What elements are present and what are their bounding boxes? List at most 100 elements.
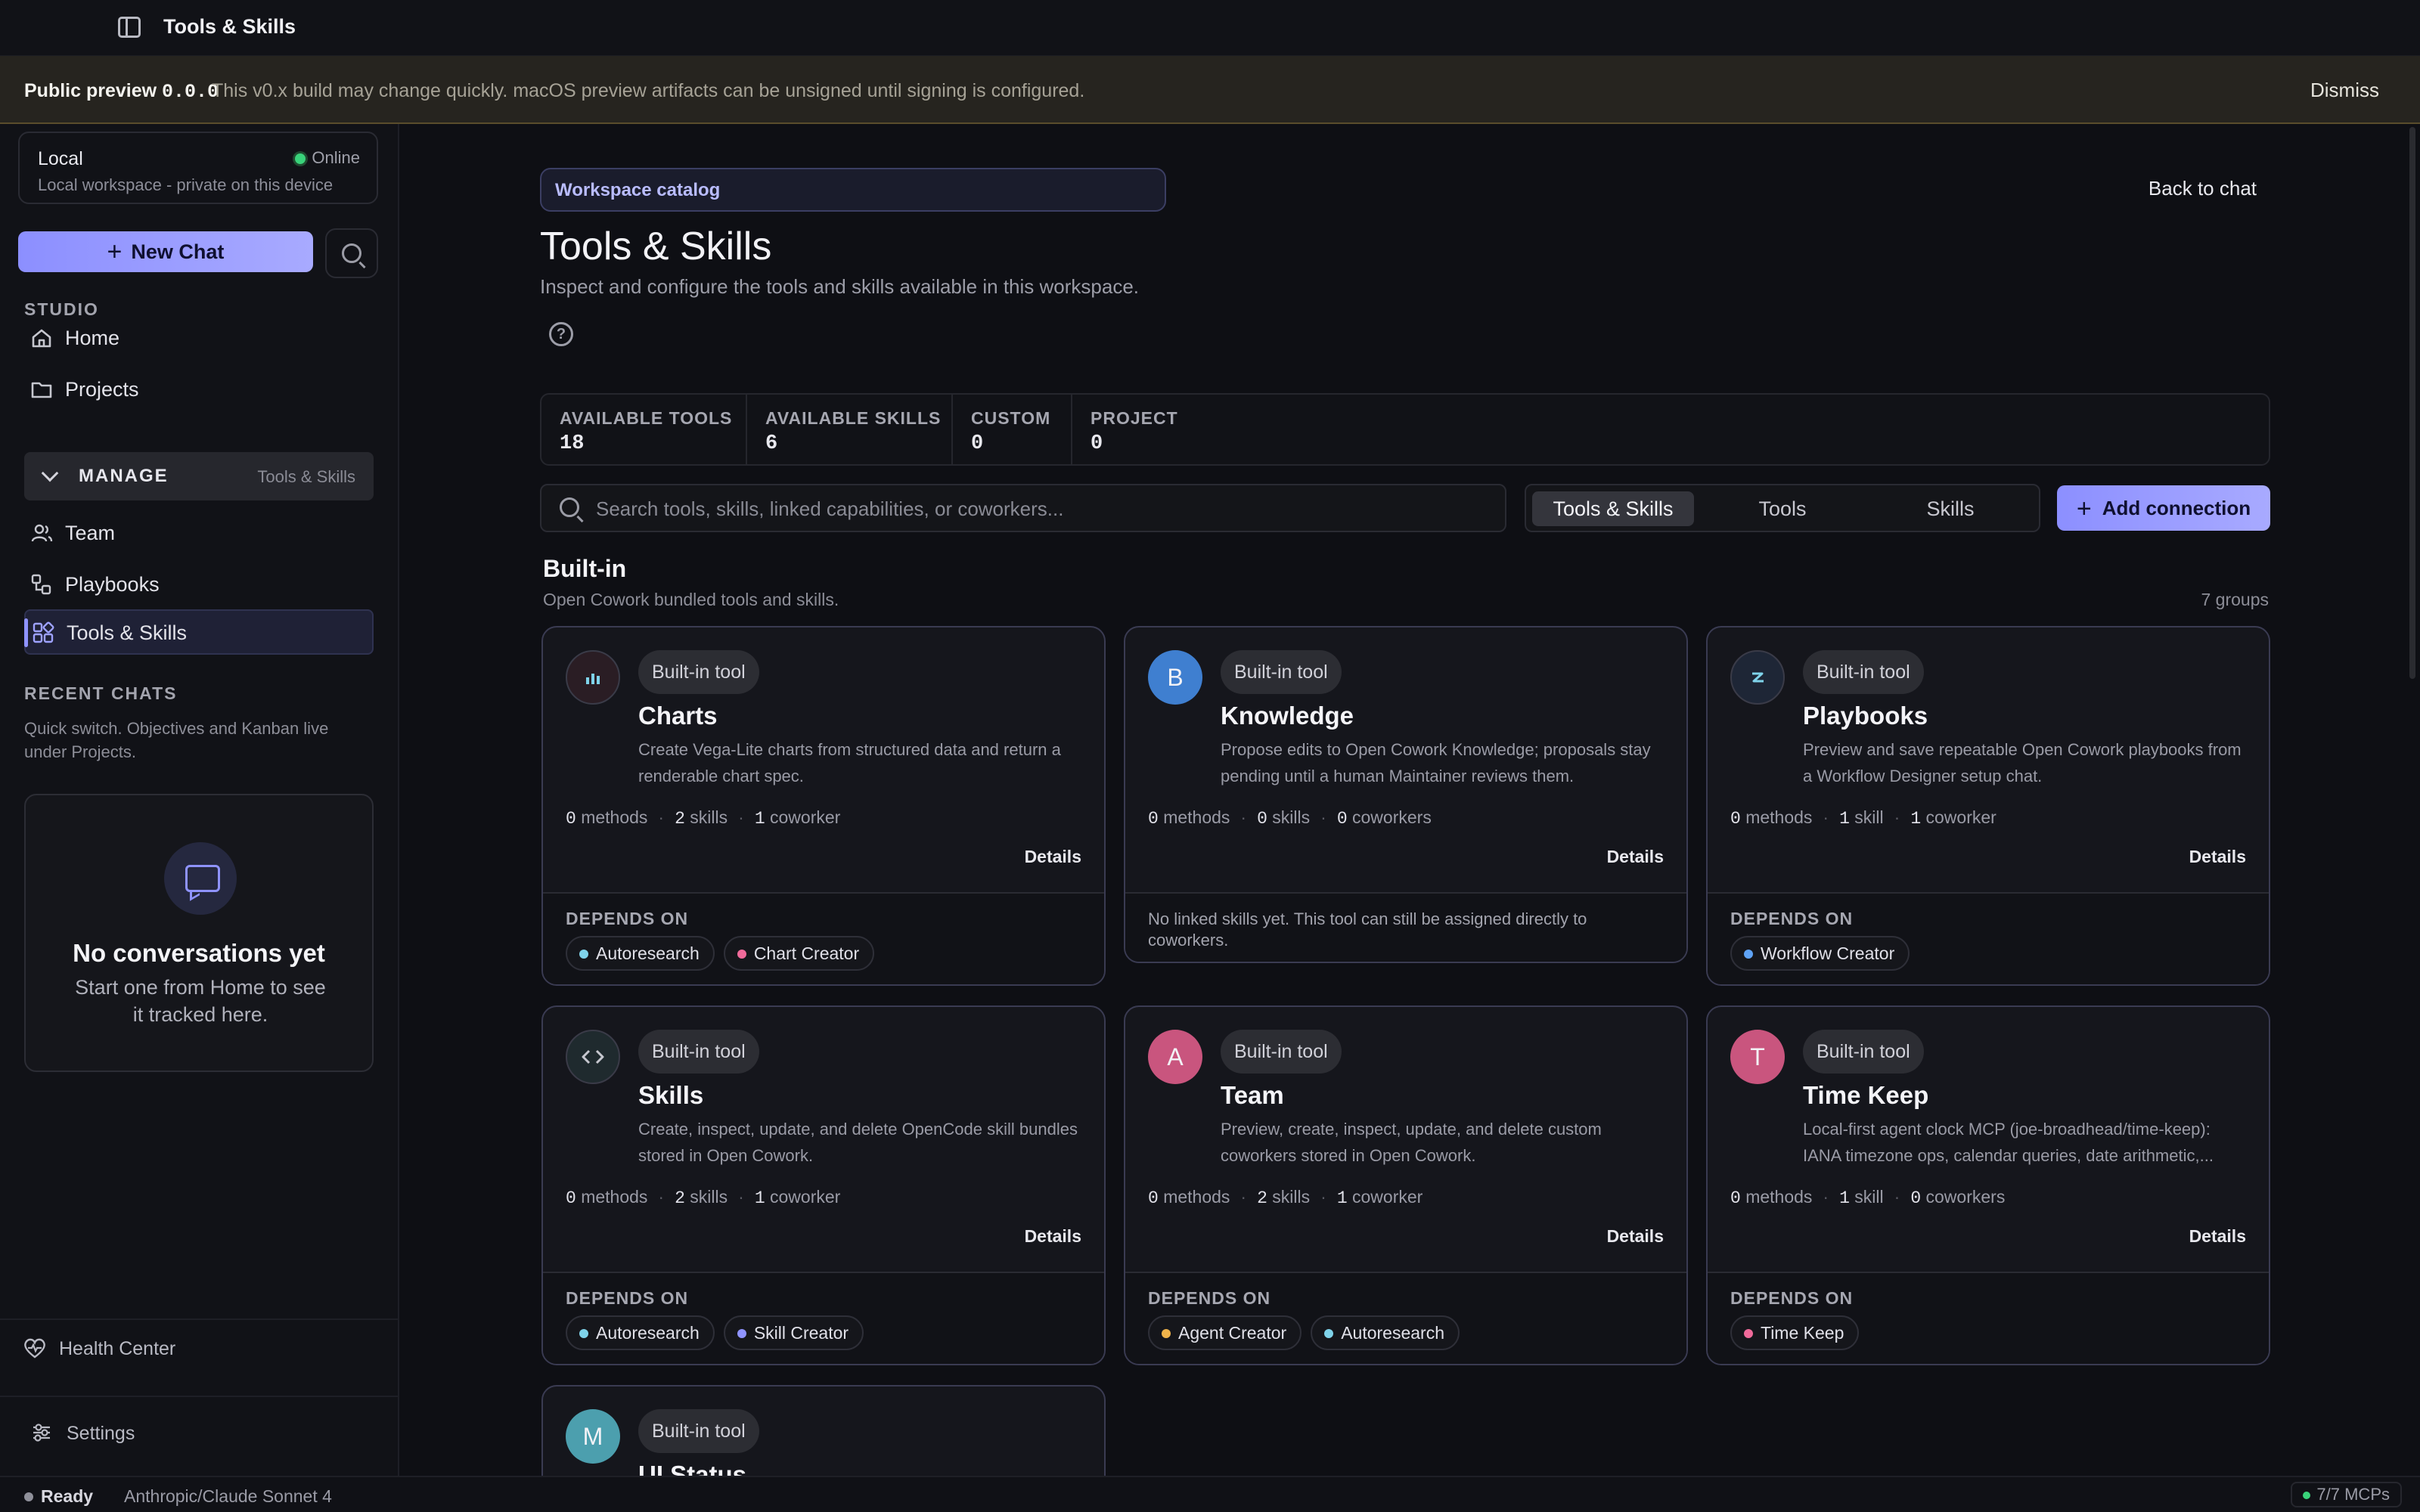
coworkers-label: coworkers (1925, 1187, 2006, 1207)
dependency-chip[interactable]: Autoresearch (1311, 1315, 1460, 1350)
catalog-search-input[interactable]: Search tools, skills, linked capabilitie… (540, 484, 1506, 532)
details-button[interactable]: Details (1025, 847, 1081, 867)
nav-home[interactable]: Home (24, 316, 374, 361)
tool-card[interactable]: A Built-in tool Team Preview, create, inspe… (1124, 1005, 1688, 1365)
tool-description: Preview, create, inspect, update, and de… (1221, 1120, 1602, 1165)
dependency-chip[interactable]: Autoresearch (566, 1315, 715, 1350)
tool-name: Skills (638, 1081, 704, 1109)
status-text: Ready (41, 1486, 94, 1506)
dependency-chip[interactable]: Workflow Creator (1730, 936, 1910, 971)
tool-type-badge: Built-in tool (638, 650, 759, 694)
details-button[interactable]: Details (2189, 1226, 2246, 1247)
card-footer: No linked skills yet. This tool can stil… (1125, 892, 1686, 962)
filter-skills[interactable]: Skills (1869, 491, 2031, 526)
coworkers-count: 1 (754, 1188, 765, 1208)
details-button[interactable]: Details (1025, 1226, 1081, 1247)
tool-card[interactable]: Built-in tool Charts Create Vega-Lite char… (541, 626, 1106, 986)
skills-label: skills (690, 1187, 728, 1207)
add-connection-label: Add connection (2102, 497, 2251, 519)
add-connection-button[interactable]: + Add connection (2057, 485, 2270, 531)
no-skills-note: No linked skills yet. This tool can stil… (1148, 909, 1587, 950)
model-name[interactable]: Anthropic/Claude Sonnet 4 (124, 1486, 332, 1507)
filter-tools[interactable]: Tools (1702, 491, 1863, 526)
filter-tools-skills[interactable]: Tools & Skills (1532, 491, 1694, 526)
back-to-chat-button[interactable]: Back to chat (2149, 177, 2257, 200)
skills-label: skill (1854, 807, 1884, 827)
search-icon (560, 497, 579, 517)
nav-tools-skills[interactable]: Tools & Skills (24, 609, 374, 655)
tool-type-badge: Built-in tool (638, 1030, 759, 1074)
dependency-name: Autoresearch (596, 1323, 700, 1343)
sidebar-toggle-icon[interactable] (118, 17, 141, 38)
search-button[interactable] (325, 228, 378, 278)
methods-count: 0 (566, 1188, 576, 1208)
methods-count: 0 (1148, 809, 1159, 829)
dismiss-button[interactable]: Dismiss (2310, 79, 2379, 102)
tool-card[interactable]: Built-in tool Playbooks Preview and save r… (1706, 626, 2270, 986)
playbook-icon (31, 574, 51, 595)
coworkers-count: 0 (1910, 1188, 1922, 1208)
coworkers-label: coworkers (1352, 807, 1432, 827)
nav-playbooks[interactable]: Playbooks (24, 562, 374, 608)
new-chat-button[interactable]: + New Chat (18, 231, 313, 272)
tool-name: Time Keep (1803, 1081, 1929, 1109)
playbook-icon (1730, 650, 1785, 705)
settings-item[interactable]: Settings (0, 1396, 399, 1476)
recent-chats-description: Quick switch. Objectives and Kanban live… (24, 719, 329, 761)
details-button[interactable]: Details (2189, 847, 2246, 867)
tool-name: Playbooks (1803, 702, 1928, 730)
methods-count: 0 (1148, 1188, 1159, 1208)
card-footer: DEPENDS ON Workflow Creator (1708, 892, 2269, 984)
main-scrollbar[interactable] (2409, 127, 2415, 679)
title-bar: Tools & Skills (0, 0, 2420, 56)
skills-label: skills (1272, 807, 1311, 827)
avatar-letter: M (582, 1423, 603, 1450)
tool-name: Knowledge (1221, 702, 1354, 730)
meta-separator: · (1320, 1187, 1326, 1207)
dependency-chip[interactable]: Chart Creator (723, 936, 875, 971)
depends-on-heading: DEPENDS ON (1730, 1288, 1854, 1308)
home-icon (32, 329, 51, 348)
manage-section-toggle[interactable]: MANAGE Tools & Skills (24, 452, 374, 500)
tool-name: Team (1221, 1081, 1284, 1109)
depends-on-heading: DEPENDS ON (1148, 1288, 1271, 1308)
workspace-switcher[interactable]: Local Online Local workspace - private o… (18, 132, 378, 204)
help-icon[interactable]: ? (549, 322, 573, 346)
avatar: M (566, 1409, 620, 1464)
sidebar: Local Online Local workspace - private o… (0, 124, 399, 1476)
dependency-dot-icon (1324, 1329, 1334, 1338)
dependency-chip[interactable]: Skill Creator (723, 1315, 864, 1350)
tool-card[interactable]: B Built-in tool Knowledge Propose edits to … (1124, 626, 1688, 963)
mcp-status-badge[interactable]: 7/7 MCPs (2291, 1482, 2402, 1507)
dependency-dot-icon (1162, 1329, 1171, 1338)
methods-label: methods (581, 807, 648, 827)
depends-on-list: Time Keep (1730, 1315, 1868, 1350)
skills-label: skill (1854, 1187, 1884, 1207)
coworkers-label: coworker (770, 807, 841, 827)
nav-home-label: Home (65, 327, 120, 349)
online-dot-icon (295, 153, 306, 165)
plus-icon: + (107, 237, 123, 266)
depends-on-list: Autoresearch Chart Creator (566, 936, 883, 971)
nav-team[interactable]: Team (24, 511, 374, 556)
tool-card[interactable]: T Built-in tool Time Keep Local-first agent… (1706, 1005, 2270, 1365)
skills-count: 2 (675, 1188, 685, 1208)
health-center-item[interactable]: Health Center (0, 1318, 399, 1402)
methods-count: 0 (566, 809, 576, 829)
workspace-name: Local (38, 148, 83, 169)
tool-type-badge: Built-in tool (638, 1409, 759, 1453)
nav-projects[interactable]: Projects (24, 367, 374, 413)
skills-label: skills (690, 807, 728, 827)
chat-bubble-icon (164, 842, 237, 915)
meta-separator: · (1894, 1187, 1900, 1207)
details-button[interactable]: Details (1607, 1226, 1664, 1247)
banner-message: This v0.x build may change quickly. macO… (212, 80, 1085, 101)
dependency-chip[interactable]: Agent Creator (1148, 1315, 1302, 1350)
details-button[interactable]: Details (1607, 847, 1664, 867)
dependency-chip[interactable]: Time Keep (1730, 1315, 1860, 1350)
dependency-name: Autoresearch (596, 943, 700, 963)
card-footer: DEPENDS ON Autoresearch Chart Creator (543, 892, 1104, 984)
dependency-chip[interactable]: Autoresearch (566, 936, 715, 971)
tool-card[interactable]: Built-in tool Skills Create, inspect, upda… (541, 1005, 1106, 1365)
skills-count: 1 (1839, 1188, 1850, 1208)
